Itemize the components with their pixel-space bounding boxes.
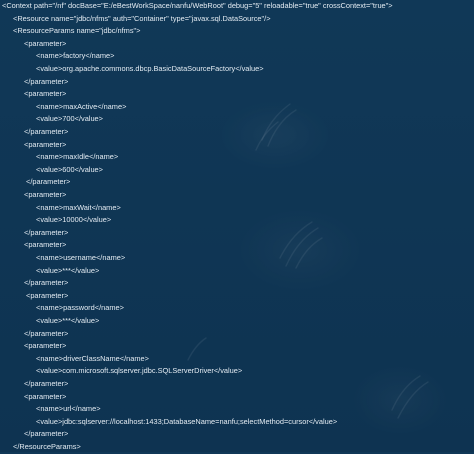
code-line-parameter-open: <parameter>	[24, 89, 67, 99]
code-line-parameter-close: </parameter>	[24, 328, 69, 338]
code-line-parameter-close: </parameter>	[24, 379, 69, 388]
code-line-parameter-open: <parameter>	[24, 341, 67, 351]
code-line-value: <value>10000</value>	[36, 215, 112, 225]
code-line-parameter-open: <parameter>	[24, 240, 67, 250]
code-line-parameter-open: <parameter>	[24, 38, 67, 48]
code-line-resource: <Resource name="jdbc/nfms" auth="Contain…	[13, 13, 271, 23]
code-line-name: <name>maxWait</name>	[36, 202, 121, 212]
code-line-parameter-close: </parameter>	[24, 429, 69, 439]
code-line-parameter-open: <parameter>	[24, 139, 67, 149]
code-listing: <Context path="/nf" docBase="E:/eBestWor…	[0, 0, 474, 452]
code-line-parameter-close: </parameter>	[24, 278, 69, 288]
code-line-name: <name>maxIdle</name>	[36, 152, 119, 162]
code-line-name: <name>password</name>	[36, 303, 124, 313]
code-line-name: <name>username</name>	[36, 253, 126, 262]
code-line-name: <name>driverClassName</name>	[36, 353, 149, 363]
code-line-name: <name>maxActive</name>	[36, 101, 127, 111]
code-line-parameter-close: </parameter>	[24, 76, 69, 86]
code-line-parameter-close: </parameter>	[24, 227, 69, 237]
code-line-parameter-open: <parameter>	[24, 190, 67, 199]
code-line-value: <value>***</value>	[36, 265, 100, 275]
code-line-parameter-open: <parameter>	[26, 290, 69, 300]
code-line-context-open: <Context path="/nf" docBase="E:/eBestWor…	[2, 1, 393, 10]
code-line-value: <value>***</value>	[36, 316, 100, 325]
code-line-value: <value>com.microsoft.sqlserver.jdbc.SQLS…	[36, 366, 243, 376]
code-line-parameter-close: </parameter>	[24, 127, 69, 136]
code-line-value: <value>jdbc:sqlserver://localhost:1433;D…	[36, 416, 338, 426]
code-line-parameter-open: <parameter>	[24, 391, 67, 401]
code-line-name: <name>url</name>	[36, 404, 101, 414]
code-line-name: <name>factory</name>	[36, 51, 115, 61]
code-line-resourceparams-open: <ResourceParams name="jdbc/nfms">	[13, 26, 141, 36]
code-line-value: <value>700</value>	[36, 114, 103, 124]
code-line-value: <value>600</value>	[36, 164, 103, 174]
code-line-parameter-close: </parameter>	[26, 177, 71, 187]
code-line-value: <value>org.apache.commons.dbcp.BasicData…	[36, 64, 264, 73]
